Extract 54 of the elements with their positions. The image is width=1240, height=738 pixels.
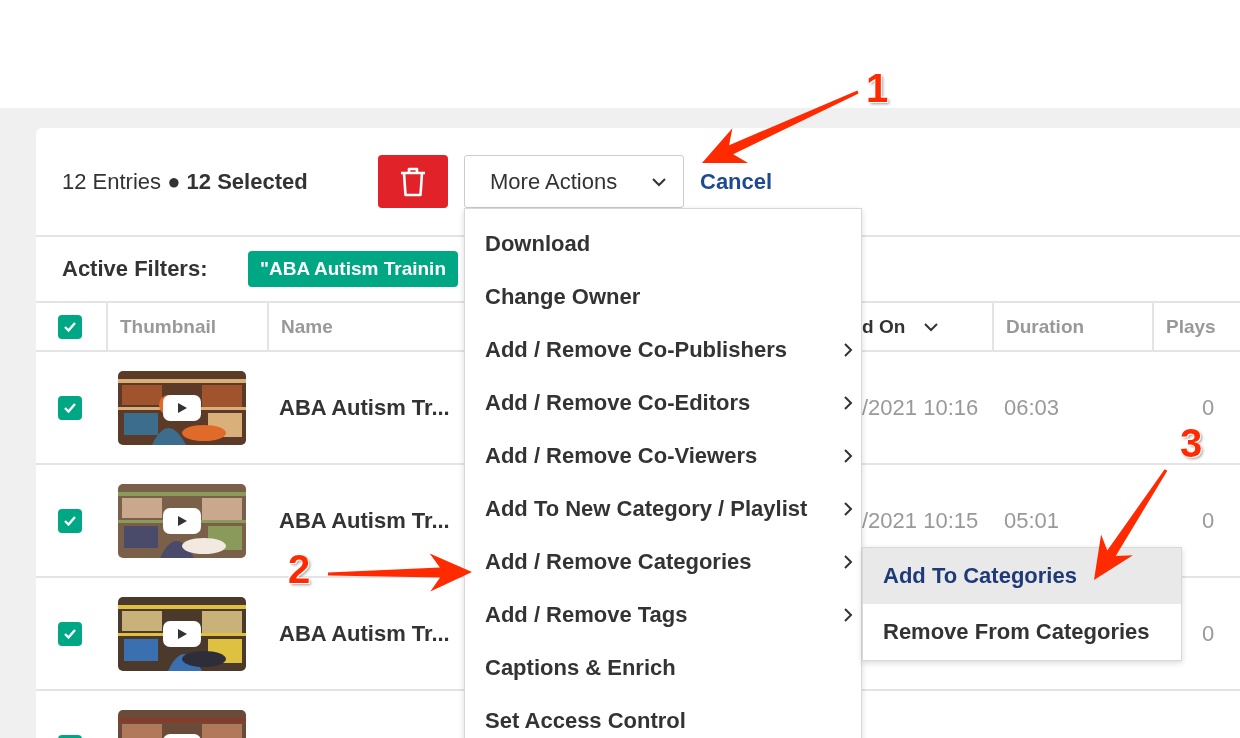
submenu-item[interactable]: Add To Categories	[863, 548, 1181, 604]
menu-item[interactable]: Captions & Enrich	[465, 641, 861, 694]
plays-cell: 0	[1202, 507, 1215, 534]
more-actions-dropdown[interactable]: More Actions	[464, 155, 684, 208]
check-icon	[63, 320, 77, 333]
chevron-right-icon	[843, 606, 853, 623]
column-header: Duration	[1006, 315, 1085, 338]
delete-button[interactable]	[378, 155, 448, 208]
plays-cell: 0	[1202, 620, 1215, 647]
select-all-checkbox[interactable]	[58, 314, 82, 339]
menu-item[interactable]: Add / Remove Co-Publishers	[465, 323, 861, 376]
selection-summary: 12 Entries ● 12 Selected	[62, 168, 309, 195]
chevron-down-icon	[651, 176, 667, 187]
menu-item[interactable]: Add To New Category / Playlist	[465, 482, 861, 535]
step-number: 3	[1180, 423, 1203, 463]
entry-name[interactable]: ABA Autism Tr...	[279, 394, 450, 421]
play-icon[interactable]	[163, 394, 201, 421]
date-cell: /2021 10:16	[862, 394, 979, 421]
check-icon	[63, 514, 77, 527]
plays-cell: 0	[1202, 394, 1215, 421]
play-icon[interactable]	[163, 620, 201, 647]
chevron-right-icon	[843, 500, 853, 517]
entry-name[interactable]: ABA Autism Tr...	[279, 507, 450, 534]
chevron-right-icon	[843, 394, 853, 411]
menu-item[interactable]: Add / Remove Tags	[465, 588, 861, 641]
date-cell: /2021 10:15	[862, 507, 979, 534]
step-number: 1	[866, 68, 889, 108]
check-icon	[63, 401, 77, 414]
play-icon[interactable]	[163, 507, 201, 534]
chevron-right-icon	[843, 553, 853, 570]
sort-chevron-icon[interactable]	[923, 321, 940, 332]
cancel-link[interactable]: Cancel	[700, 168, 773, 195]
menu-item[interactable]: Set Access Control	[465, 694, 861, 738]
row-checkbox[interactable]	[58, 621, 82, 646]
column-header: Plays	[1166, 315, 1216, 338]
chevron-right-icon	[843, 447, 853, 464]
chevron-right-icon	[843, 341, 853, 358]
menu-item[interactable]: Download	[465, 217, 861, 270]
filters-label: Active Filters:	[62, 256, 209, 282]
row-checkbox[interactable]	[58, 508, 82, 533]
check-icon	[63, 627, 77, 640]
column-header[interactable]: d On	[862, 315, 906, 338]
column-header: Name	[281, 315, 333, 338]
trash-icon	[400, 166, 426, 197]
row-checkbox[interactable]	[58, 395, 82, 420]
menu-item[interactable]: Change Owner	[465, 270, 861, 323]
submenu-item[interactable]: Remove From Categories	[863, 604, 1181, 660]
column-header: Thumbnail	[120, 315, 217, 338]
step-number: 2	[288, 549, 311, 589]
duration-cell: 05:01	[1004, 507, 1060, 534]
entry-name[interactable]: ABA Autism Tr...	[279, 620, 450, 647]
menu-item[interactable]: Add / Remove Co-Viewers	[465, 429, 861, 482]
menu-item[interactable]: Add / Remove Co-Editors	[465, 376, 861, 429]
duration-cell: 06:03	[1004, 394, 1060, 421]
